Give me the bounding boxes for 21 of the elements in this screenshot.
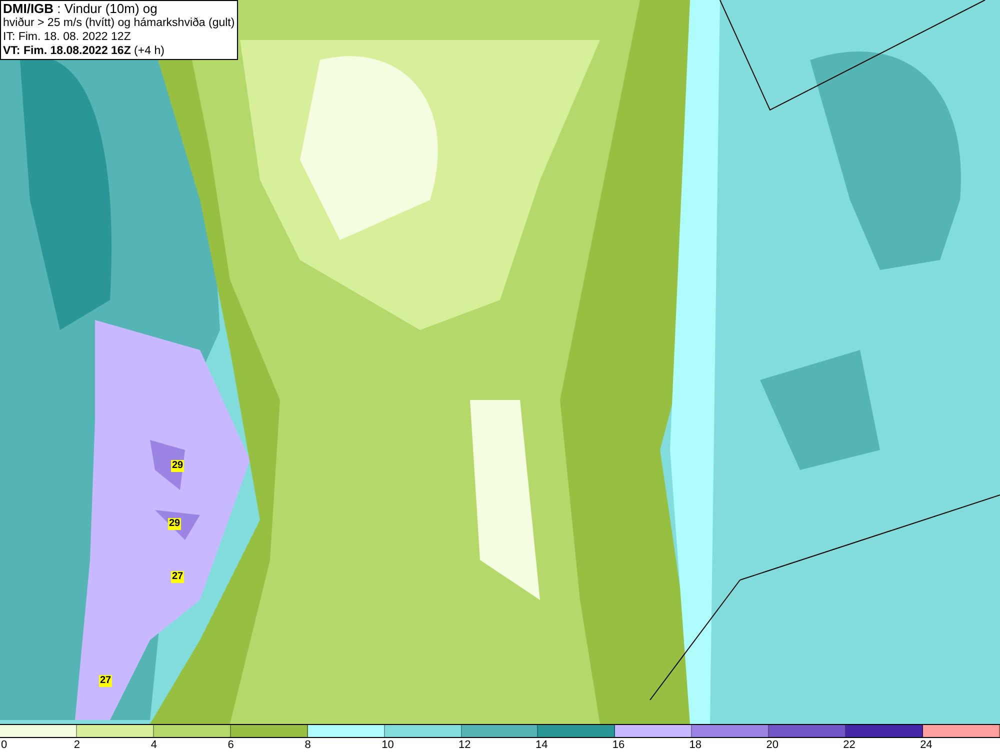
info-text: IT: Fim. 18. 08. 2022 12Z: [3, 30, 132, 44]
legend-tick-label: 2: [74, 738, 80, 752]
legend-tick-label: 24: [920, 738, 932, 752]
legend-tick-label: 0: [1, 738, 8, 752]
legend-tick-label: 18: [689, 738, 702, 752]
legend-tick-label: 20: [766, 738, 778, 752]
legend-tick-label: 4: [150, 738, 157, 752]
legend-tick-label: 14: [535, 738, 548, 752]
info-text: hviður > 25 m/s (hvítt) og hámarkshviða (gult): [3, 16, 235, 30]
legend-tick-label: 8: [304, 738, 311, 752]
gust-label: 27: [171, 571, 184, 583]
gust-label: 29: [168, 518, 182, 530]
legend-tick-label: 12: [458, 738, 471, 752]
gust-label: 27: [99, 675, 112, 687]
legend-tick-label: 6: [228, 738, 234, 752]
legend-tick-label: 22: [843, 738, 856, 752]
info-text: VT: Fim. 18.08.2022 16Z (+4 h): [3, 44, 166, 58]
map-title: DMI/IGB : Vindur (10m) og: [3, 2, 158, 16]
legend-tick-label: 10: [382, 738, 394, 752]
legend-tick-label: 16: [612, 738, 625, 752]
gust-label: 29: [171, 460, 184, 472]
